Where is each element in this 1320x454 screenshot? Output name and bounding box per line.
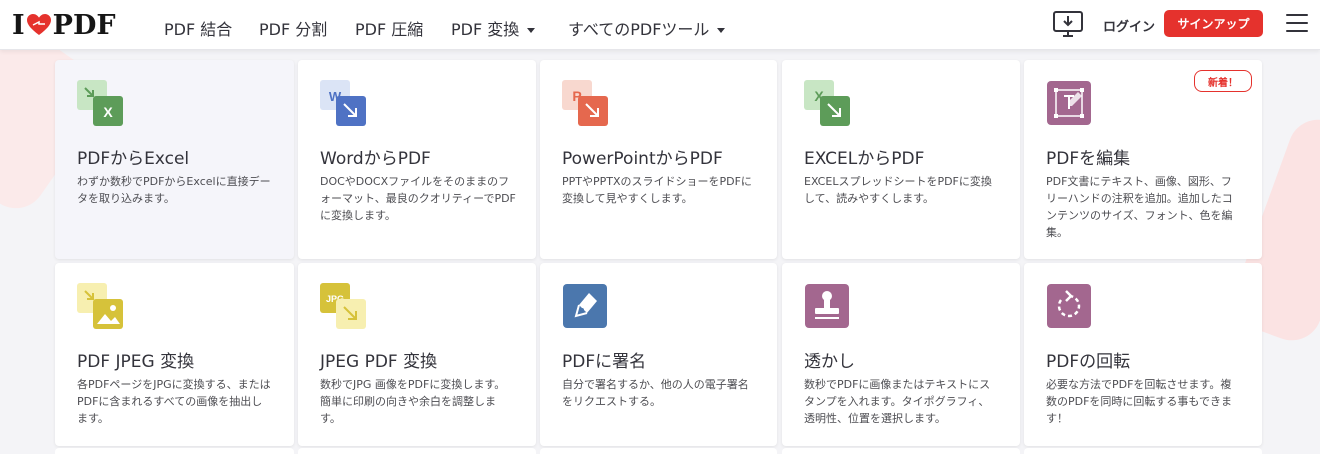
next-row-card	[298, 448, 536, 454]
caret-down-icon	[717, 28, 726, 33]
tool-title: PDFの回転	[1046, 352, 1131, 372]
caret-down-icon	[527, 28, 536, 33]
tool-card-rotate-pdf[interactable]: PDFの回転 必要な方法でPDFを回転させます。複数のPDFを同時に回転する事も…	[1024, 263, 1262, 446]
pdf-to-jpg-icon	[77, 283, 123, 329]
nav-label: PDF 圧縮	[355, 20, 424, 39]
top-header: I PDF PDF 結合 PDF 分割 PDF 圧縮 PDF 変換 すべてのPD…	[0, 0, 1320, 50]
tool-description: PPTやPPTXのスライドショーをPDFに変換して見やすくします。	[562, 175, 752, 205]
tool-description: 各PDFページをJPGに変換する、またはPDFに含まれるすべての画像を抽出します…	[77, 378, 271, 425]
nav-all-tools[interactable]: すべてのPDFツール	[568, 16, 726, 40]
tool-description: PDF文書にテキスト、画像、図形、フリーハンドの注釈を追加。追加したコンテンツの…	[1046, 175, 1233, 239]
tool-card-pdf-to-excel[interactable]: X PDFからExcel わずか数秒でPDFからExcelに直接データを取り込み…	[55, 60, 294, 259]
edit-pdf-icon	[1047, 81, 1091, 125]
nav-label: PDF 変換	[451, 20, 520, 39]
pdf-to-excel-icon: X	[77, 80, 123, 126]
nav-label: すべてのPDFツール	[568, 20, 710, 39]
tool-title: PDFからExcel	[77, 149, 190, 169]
nav-compress-pdf[interactable]: PDF 圧縮	[355, 16, 423, 40]
nav-merge-pdf[interactable]: PDF 結合	[164, 16, 232, 40]
hamburger-menu-icon[interactable]	[1286, 14, 1308, 34]
tool-title: PDFに署名	[562, 352, 647, 372]
logo-letter-i: I	[12, 9, 25, 41]
next-row-card	[1024, 448, 1262, 454]
logo-letters-pdf: PDF	[52, 9, 116, 41]
tool-title: EXCELからPDF	[804, 149, 925, 169]
tool-card-jpg-to-pdf[interactable]: JPG JPEG PDF 変換 数秒でJPG 画像をPDFに変換します。簡単に印…	[298, 263, 536, 446]
tool-title: PowerPointからPDF	[562, 149, 723, 169]
tool-description: DOCやDOCXファイルをそのままのフォーマット、最良のクオリティーでPDFに変…	[320, 175, 516, 222]
sign-pdf-icon	[563, 284, 607, 328]
tool-title: JPEG PDF 変換	[320, 352, 438, 372]
next-row-card	[55, 448, 294, 454]
excel-to-pdf-icon: X	[804, 80, 850, 126]
tool-description: 必要な方法でPDFを回転させます。複数のPDFを同時に回転する事もできます！	[1046, 378, 1232, 425]
tool-card-excel-to-pdf[interactable]: X EXCELからPDF EXCELスプレッドシートをPDFに変換して、読みやす…	[782, 60, 1020, 259]
svg-text:X: X	[103, 104, 113, 120]
jpg-to-pdf-icon: JPG	[320, 283, 366, 329]
heart-icon	[26, 14, 51, 35]
next-row-card	[782, 448, 1020, 454]
next-row-card	[540, 448, 777, 454]
tool-description: 自分で署名するか、他の人の電子署名をリクエストする。	[562, 378, 749, 408]
nav-label: PDF 結合	[164, 20, 233, 39]
ilovepdf-logo[interactable]: I PDF	[12, 9, 116, 41]
nav-convert-pdf[interactable]: PDF 変換	[451, 16, 536, 40]
tool-description: わずか数秒でPDFからExcelに直接データを取り込みます。	[77, 175, 271, 205]
tool-description: 数秒でJPG 画像をPDFに変換します。簡単に印刷の向きや余白を調整します。	[320, 378, 506, 425]
tool-card-pdf-to-jpg[interactable]: PDF JPEG 変換 各PDFページをJPGに変換する、またはPDFに含まれる…	[55, 263, 294, 446]
tool-title: 透かし	[804, 352, 855, 372]
tool-card-watermark[interactable]: 透かし 数秒でPDFに画像またはテキストにスタンプを入れます。タイポグラフィ、透…	[782, 263, 1020, 446]
tool-description: 数秒でPDFに画像またはテキストにスタンプを入れます。タイポグラフィ、透明性、位…	[804, 378, 991, 425]
word-to-pdf-icon: W	[320, 80, 366, 126]
tool-card-edit-pdf[interactable]: 新着！ PDFを編集 PDF文書にテキスト、画像、図形、フリーハンドの注釈を追加…	[1024, 60, 1262, 259]
desktop-download-icon[interactable]	[1052, 10, 1084, 40]
login-link[interactable]: ログイン	[1103, 16, 1155, 35]
tool-description: EXCELスプレッドシートをPDFに変換して、読みやすくします。	[804, 175, 992, 205]
watermark-stamp-icon	[805, 284, 849, 328]
signup-button[interactable]: サインアップ	[1164, 10, 1263, 37]
tool-card-word-to-pdf[interactable]: W WordからPDF DOCやDOCXファイルをそのままのフォーマット、最良の…	[298, 60, 536, 259]
tool-card-powerpoint-to-pdf[interactable]: P PowerPointからPDF PPTやPPTXのスライドショーをPDFに変…	[540, 60, 777, 259]
rotate-pdf-icon	[1047, 284, 1091, 328]
new-badge: 新着！	[1194, 70, 1252, 92]
powerpoint-to-pdf-icon: P	[562, 80, 608, 126]
nav-split-pdf[interactable]: PDF 分割	[259, 16, 327, 40]
tool-card-sign-pdf[interactable]: PDFに署名 自分で署名するか、他の人の電子署名をリクエストする。	[540, 263, 777, 446]
tool-title: PDF JPEG 変換	[77, 352, 195, 372]
nav-label: PDF 分割	[259, 20, 328, 39]
tool-title: WordからPDF	[320, 149, 431, 169]
tool-title: PDFを編集	[1046, 149, 1131, 169]
